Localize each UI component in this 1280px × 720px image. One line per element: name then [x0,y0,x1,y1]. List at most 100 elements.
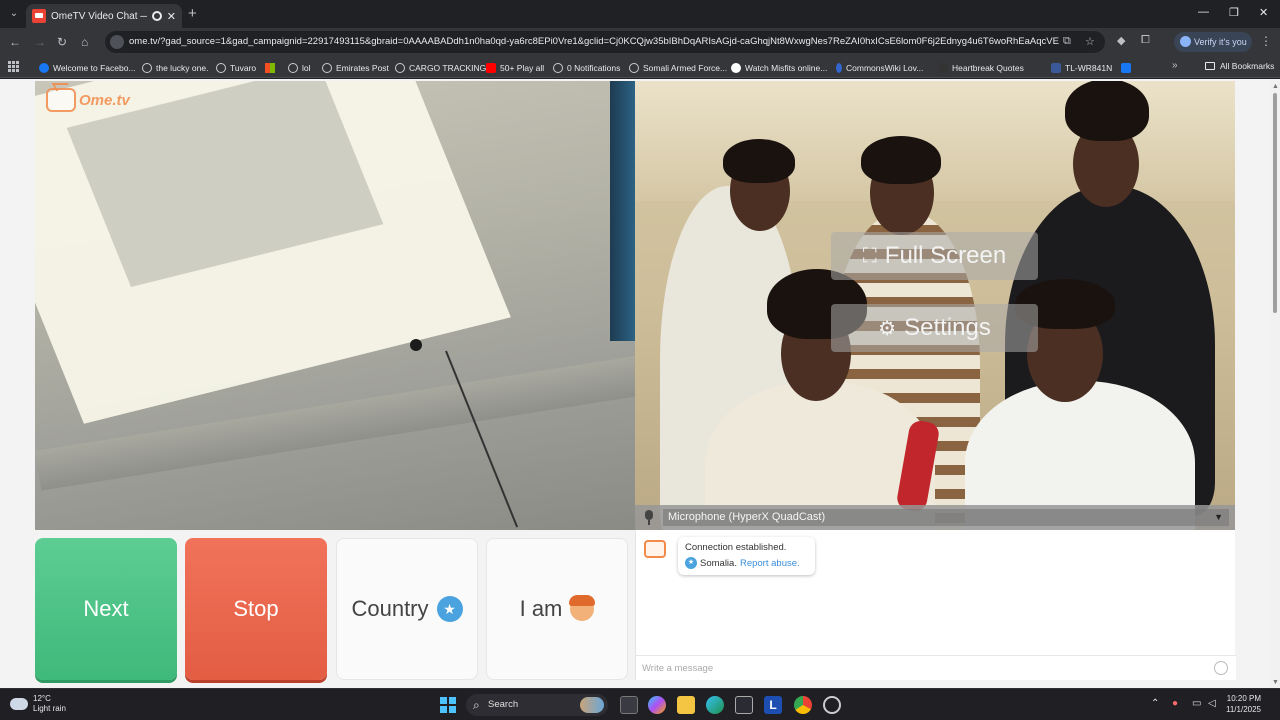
bookmark-heartbreak-quotes[interactable]: Heartbreak Quotes [938,61,1024,74]
search-highlight-icon[interactable] [580,697,604,713]
page-scrollbar[interactable]: ▲ ▼ [1270,81,1280,688]
next-label: Next [83,596,129,621]
stranger-country: Somalia. [700,557,737,569]
app-icon[interactable] [823,696,841,714]
globe-icon [216,62,226,73]
globe-icon [395,62,405,73]
self-video-feed [35,81,635,530]
star-icon: ★ [436,596,463,622]
system-clock[interactable]: 10:20 PM 11/1/2025 [1226,693,1261,715]
extension-diamond-icon[interactable]: ◆ [1117,34,1125,47]
microphone-selected-value: Microphone (HyperX QuadCast) [668,511,826,523]
rain-cloud-icon [10,698,28,710]
verify-profile-button[interactable]: Verify it's you [1174,32,1252,52]
file-explorer-icon[interactable] [677,696,695,714]
site-info-icon[interactable] [110,35,124,49]
emoji-icon[interactable] [1214,661,1228,675]
address-url[interactable]: ome.tv/?gad_source=1&gad_campaignid=2291… [129,36,1059,47]
bookmark-tl-wr841n[interactable]: TL-WR841N [1051,61,1112,74]
bookmark-somali-armed-forces[interactable]: Somali Armed Force... [629,61,727,74]
tab-close-icon[interactable]: ✕ [167,10,176,23]
full-screen-button[interactable]: ⛶ Full Screen [831,232,1038,280]
globe-icon [553,62,563,73]
facebook-icon [1121,62,1131,73]
volume-icon[interactable]: ◁ [1208,698,1216,709]
bookmark-facebook-2[interactable] [1121,61,1131,74]
apps-grid-icon[interactable] [8,61,19,72]
browser-tab-ometv[interactable]: OmeTV Video Chat — Omegle ✕ [26,4,182,28]
bookmark-notifications[interactable]: 0 Notifications [553,61,620,74]
weather-widget[interactable]: 12°C Light rain [10,694,66,714]
microphone-select[interactable]: Microphone (HyperX QuadCast) ▼ [663,509,1229,526]
scroll-thumb[interactable] [1273,93,1277,313]
ceiling-camera [410,339,422,351]
tab-search-icon[interactable]: ⌄ [6,6,22,22]
bookmark-commonswiki[interactable]: CommonsWiki Lov... [836,61,923,74]
bookmark-star-icon[interactable]: ☆ [1085,35,1095,48]
ometv-tv-icon [46,88,76,112]
maximize-window-icon[interactable]: ❐ [1229,6,1239,19]
more-bookmarks-icon[interactable]: » [1172,60,1178,71]
ometv-logo-text: Ome.tv [79,91,130,109]
browser-toolbar: ← → ↻ ⌂ ome.tv/?gad_source=1&gad_campaig… [0,28,1280,56]
ometv-logo: Ome.tv [46,88,130,112]
gender-button[interactable]: I am [486,538,628,680]
stop-button[interactable]: Stop [185,538,327,680]
chat-panel: Connection established. ★ Somalia. Repor… [635,530,1236,680]
tray-microphone-icon[interactable]: ● [1172,698,1178,709]
new-tab-button[interactable]: + [188,6,197,22]
country-button[interactable]: Country ★ [336,538,478,680]
recording-indicator-icon [151,11,162,21]
microsoft-icon [265,62,275,73]
scroll-up-icon[interactable]: ▲ [1272,83,1279,90]
bookmark-watch-misfits[interactable]: Watch Misfits online... [731,61,827,74]
forward-arrow-icon[interactable]: → [34,35,46,49]
browser-tab-strip: ⌄ OmeTV Video Chat — Omegle ✕ + — ❐ ✕ [0,0,1280,28]
chrome-icon[interactable] [794,696,812,714]
home-icon[interactable]: ⌂ [81,35,88,49]
address-bar[interactable]: ome.tv/?gad_source=1&gad_campaignid=2291… [105,31,1105,53]
reload-icon[interactable]: ↻ [57,35,67,49]
clock-date: 11/1/2025 [1226,705,1261,714]
bookmark-youtube-play-all[interactable]: 50+ Play all [486,61,544,74]
google-icon [731,62,741,73]
bookmark-facebook[interactable]: Welcome to Facebo... [39,61,136,74]
bookmark-tuvaro[interactable]: Tuvaro [216,61,256,74]
settings-label: Settings [904,314,991,341]
copilot-icon[interactable] [648,696,666,714]
store-icon[interactable] [735,696,753,714]
extensions-puzzle-icon[interactable]: ⧠ [1141,34,1150,47]
scroll-down-icon[interactable]: ▼ [1272,679,1279,686]
bookmark-lol[interactable]: lol [288,61,311,74]
network-icon[interactable]: ▭ [1192,698,1201,709]
minimize-window-icon[interactable]: — [1198,6,1209,18]
country-label: Country [351,596,429,621]
back-arrow-icon[interactable]: ← [9,35,21,49]
globe-icon [288,62,298,73]
bookmark-cargo-tracking[interactable]: CARGO TRACKING [395,61,486,74]
system-message: Connection established. ★ Somalia. Repor… [678,537,815,575]
task-view-icon[interactable] [620,696,638,714]
bookmark-microsoft[interactable] [265,61,275,74]
close-window-icon[interactable]: ✕ [1259,6,1268,19]
clock-time: 10:20 PM [1226,694,1261,703]
router-icon [1051,62,1061,73]
windows-start-icon[interactable] [440,697,456,713]
cast-icon[interactable]: ⧉ [1063,35,1071,48]
settings-button[interactable]: ⚙ Settings [831,304,1038,352]
folder-icon [1205,62,1215,70]
boy-avatar-icon [569,595,596,621]
edge-icon[interactable] [706,696,724,714]
globe-icon [629,62,639,73]
browser-menu-icon[interactable]: ⋮ [1260,34,1272,48]
tray-overflow-icon[interactable]: ⌃ [1151,698,1159,709]
ometv-favicon-icon [32,9,46,23]
bookmark-emirates-post[interactable]: Emirates Post [322,61,389,74]
connection-status: Connection established. [685,542,787,553]
report-abuse-link[interactable]: Report abuse. [740,558,800,569]
message-input[interactable] [642,660,1202,676]
next-button[interactable]: Next [35,538,177,680]
bookmark-lucky-one[interactable]: the lucky one. [142,61,208,74]
all-bookmarks-button[interactable]: All Bookmarks [1205,61,1274,71]
l-app-icon[interactable]: L [764,696,782,714]
